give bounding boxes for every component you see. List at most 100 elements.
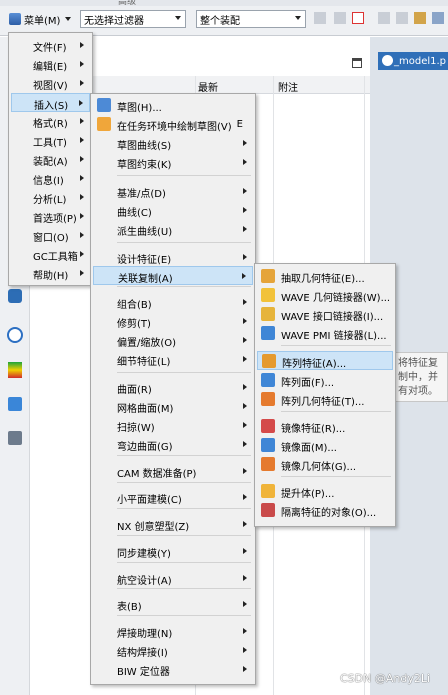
insert-menu-item-2[interactable]: 在任务环境中绘制草图(V) E bbox=[93, 115, 253, 134]
main-menu-item-10[interactable]: 首选项(P) bbox=[11, 207, 90, 226]
point-icon[interactable] bbox=[378, 12, 390, 24]
orient-icon[interactable] bbox=[414, 12, 426, 24]
main-menu-item-label: 格式(R) bbox=[33, 119, 68, 130]
maximize-icon[interactable] bbox=[352, 58, 362, 68]
assoc-menu-item-2[interactable]: WAVE 几何链接器(W)... bbox=[257, 286, 393, 305]
submenu-arrow-icon bbox=[243, 188, 247, 194]
selection-filter-combo[interactable]: 无选择过滤器 bbox=[80, 10, 186, 28]
insert-menu-item-1[interactable]: 草图(H)... bbox=[93, 96, 253, 115]
assoc-menu-item-11[interactable]: 提升体(P)... bbox=[257, 482, 393, 501]
insert-menu-item-25[interactable]: 结构焊接(I) bbox=[93, 641, 253, 660]
assoc-menu-item-label: 抽取几何特征(E)... bbox=[281, 274, 365, 285]
history-clock-icon[interactable] bbox=[7, 327, 23, 343]
analysis-icon[interactable] bbox=[8, 362, 22, 378]
insert-menu-item-5[interactable]: 基准/点(D) bbox=[93, 182, 253, 201]
insert-menu-item-18[interactable]: CAM 数据准备(P) bbox=[93, 462, 253, 481]
mirror-feature-icon bbox=[261, 419, 275, 433]
mirror-face-icon bbox=[261, 438, 275, 452]
insert-menu-item-9[interactable]: 关联复制(A) bbox=[93, 266, 253, 285]
column-latest[interactable]: 最新 bbox=[198, 79, 218, 94]
insert-menu-item-7[interactable]: 派生曲线(U) bbox=[93, 220, 253, 239]
roles-icon[interactable] bbox=[8, 397, 22, 411]
insert-menu-item-15[interactable]: 网格曲面(M) bbox=[93, 397, 253, 416]
insert-menu-item-26[interactable]: BIW 定位器 bbox=[93, 660, 253, 679]
insert-menu-item-10[interactable]: 组合(B) bbox=[93, 293, 253, 312]
assoc-menu-item-4[interactable]: WAVE PMI 链接器(L)... bbox=[257, 324, 393, 343]
column-notes[interactable]: 附注 bbox=[278, 79, 298, 94]
insert-menu-item-21[interactable]: 同步建模(Y) bbox=[93, 542, 253, 561]
assoc-menu-item-1[interactable]: 抽取几何特征(E)... bbox=[257, 267, 393, 286]
tools-icon[interactable] bbox=[8, 431, 22, 445]
insert-menu-item-label: CAM 数据准备(P) bbox=[117, 469, 197, 480]
main-menu-item-3[interactable]: 视图(V) bbox=[11, 74, 90, 93]
insert-menu-item-3[interactable]: 草图曲线(S) bbox=[93, 134, 253, 153]
menu-icon bbox=[9, 13, 21, 25]
insert-menu-item-11[interactable]: 修剪(T) bbox=[93, 312, 253, 331]
chevron-down-icon bbox=[175, 16, 181, 20]
insert-menu-item-16[interactable]: 扫掠(W) bbox=[93, 416, 253, 435]
main-menu-item-11[interactable]: 窗口(O) bbox=[11, 226, 90, 245]
main-menu-item-1[interactable]: 文件(F) bbox=[11, 36, 90, 55]
assoc-menu-item-label: 提升体(P)... bbox=[281, 489, 335, 500]
assoc-menu-item-5[interactable]: 阵列特征(A)... bbox=[257, 351, 393, 370]
insert-menu-item-24[interactable]: 焊接助理(N) bbox=[93, 622, 253, 641]
main-menu-item-8[interactable]: 信息(I) bbox=[11, 169, 90, 188]
submenu-arrow-icon bbox=[243, 422, 247, 428]
assoc-menu-item-9[interactable]: 镜像面(M)... bbox=[257, 436, 393, 455]
insert-menu-item-label: 组合(B) bbox=[117, 300, 152, 311]
part-navigator-icon[interactable] bbox=[8, 289, 22, 303]
insert-menu-item-label: 曲线(C) bbox=[117, 208, 152, 219]
view-icon[interactable] bbox=[432, 12, 444, 24]
main-menu-item-label: 分析(L) bbox=[33, 195, 67, 206]
submenu-arrow-icon bbox=[80, 137, 84, 143]
insert-menu-item-label: 弯边曲面(G) bbox=[117, 442, 173, 453]
main-menu: 文件(F) 编辑(E) 视图(V) 插入(S) 格式(R) 工具(T) 装配(A) 信息(I)… bbox=[8, 32, 93, 286]
assoc-menu-item-6[interactable]: 阵列面(F)... bbox=[257, 371, 393, 390]
assoc-menu-item-10[interactable]: 镜像几何体(G)... bbox=[257, 455, 393, 474]
insert-menu-item-19[interactable]: 小平面建模(C) bbox=[93, 488, 253, 507]
selection-filter-value: 无选择过滤器 bbox=[84, 15, 144, 27]
main-menu-item-7[interactable]: 装配(A) bbox=[11, 150, 90, 169]
main-menu-item-5[interactable]: 格式(R) bbox=[11, 112, 90, 131]
insert-menu-item-17[interactable]: 弯边曲面(G) bbox=[93, 435, 253, 454]
snap-icon[interactable] bbox=[314, 12, 326, 24]
submenu-arrow-icon bbox=[243, 494, 247, 500]
insert-menu-item-label: 草图曲线(S) bbox=[117, 141, 172, 152]
assembly-scope-combo[interactable]: 整个装配 bbox=[196, 10, 306, 28]
select-box-icon[interactable] bbox=[352, 12, 364, 24]
assoc-menu-item-8[interactable]: 镜像特征(R)... bbox=[257, 417, 393, 436]
menu-button[interactable]: 菜单(M) bbox=[6, 9, 74, 29]
main-menu-item-2[interactable]: 编辑(E) bbox=[11, 55, 90, 74]
insert-menu-item-20[interactable]: NX 创意塑型(Z) bbox=[93, 515, 253, 534]
main-menu-item-6[interactable]: 工具(T) bbox=[11, 131, 90, 150]
insert-menu-item-14[interactable]: 曲面(R) bbox=[93, 378, 253, 397]
insert-menu-item-label: 基准/点(D) bbox=[117, 189, 166, 200]
insert-menu-item-22[interactable]: 航空设计(A) bbox=[93, 569, 253, 588]
menu-separator bbox=[281, 345, 391, 346]
submenu-arrow-icon bbox=[80, 61, 84, 67]
insert-menu-item-label: 在任务环境中绘制草图(V) bbox=[117, 122, 232, 133]
main-menu-item-13[interactable]: 帮助(H) bbox=[11, 264, 90, 283]
assoc-menu-item-label: 隔离特征的对象(O)... bbox=[281, 508, 377, 519]
insert-menu-item-12[interactable]: 偏置/缩放(O) bbox=[93, 331, 253, 350]
vector-icon[interactable] bbox=[396, 12, 408, 24]
tab-model[interactable]: _model1.p bbox=[378, 52, 448, 70]
main-menu-item-9[interactable]: 分析(L) bbox=[11, 188, 90, 207]
insert-menu-item-13[interactable]: 细节特征(L) bbox=[93, 350, 253, 369]
assoc-menu-item-12[interactable]: 隔离特征的对象(O)... bbox=[257, 501, 393, 520]
submenu-arrow-icon bbox=[79, 100, 83, 106]
insert-menu-item-23[interactable]: 表(B) bbox=[93, 595, 253, 614]
isolate-object-icon bbox=[261, 503, 275, 517]
main-menu-item-label: 帮助(H) bbox=[33, 271, 69, 282]
insert-menu-item-8[interactable]: 设计特征(E) bbox=[93, 248, 253, 267]
task-sketch-icon bbox=[97, 117, 111, 131]
submenu-arrow-icon bbox=[80, 232, 84, 238]
assoc-menu-item-3[interactable]: WAVE 接口链接器(I)... bbox=[257, 305, 393, 324]
snap-point-icon[interactable] bbox=[334, 12, 346, 24]
insert-menu-item-4[interactable]: 草图约束(K) bbox=[93, 153, 253, 172]
assoc-menu-item-7[interactable]: 阵列几何特征(T)... bbox=[257, 390, 393, 409]
main-menu-item-4[interactable]: 插入(S) bbox=[11, 93, 90, 112]
insert-menu-item-6[interactable]: 曲线(C) bbox=[93, 201, 253, 220]
main-menu-item-12[interactable]: GC工具箱 bbox=[11, 245, 90, 264]
assoc-menu-item-label: 镜像几何体(G)... bbox=[281, 462, 357, 473]
